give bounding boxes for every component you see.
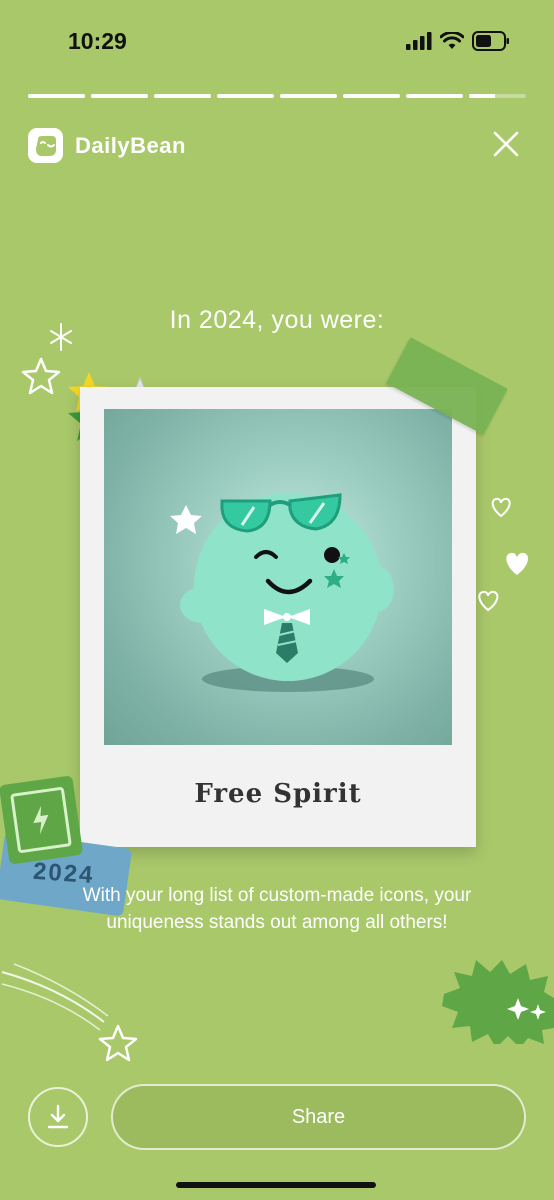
app-name: DailyBean xyxy=(75,132,186,158)
progress-segment xyxy=(154,94,211,98)
download-icon xyxy=(47,1104,69,1129)
progress-fill xyxy=(406,94,463,98)
progress-fill xyxy=(28,94,85,98)
progress-fill xyxy=(217,94,274,98)
lightning-icon xyxy=(33,805,49,835)
progress-fill xyxy=(154,94,211,98)
sparkle-burst-sticker xyxy=(442,960,554,1044)
app-brand: DailyBean xyxy=(28,128,186,163)
share-label: Share xyxy=(291,1105,346,1128)
progress-segment xyxy=(469,94,526,98)
status-icons xyxy=(406,30,510,52)
personality-description: With your long list of custom-made icons… xyxy=(82,885,472,933)
download-button[interactable] xyxy=(28,1087,88,1147)
progress-segment xyxy=(28,94,85,98)
progress-segment xyxy=(343,94,400,98)
shooting-star-icon xyxy=(1,963,138,1062)
character-illustration xyxy=(104,409,452,745)
progress-segment xyxy=(406,94,463,98)
outline-star-icon xyxy=(21,357,61,395)
lightning-sticker xyxy=(0,775,84,865)
progress-segment xyxy=(91,94,148,98)
story-progress xyxy=(28,94,526,98)
personality-title: Free Spirit xyxy=(194,779,362,809)
status-time: 10:29 xyxy=(68,28,127,54)
heart-icon xyxy=(506,552,529,575)
heart-icon xyxy=(478,590,499,612)
battery-icon xyxy=(472,31,509,51)
progress-fill xyxy=(280,94,337,98)
wifi-icon xyxy=(440,32,464,49)
sparkle-icon xyxy=(50,323,72,351)
share-button[interactable]: Share xyxy=(111,1084,526,1150)
cellular-signal-icon xyxy=(406,32,432,50)
result-card: Free Spirit xyxy=(80,387,476,847)
progress-fill xyxy=(343,94,400,98)
close-icon[interactable] xyxy=(492,130,520,158)
heart-icon xyxy=(491,497,511,518)
bean-logo-icon xyxy=(28,128,63,163)
progress-segment xyxy=(217,94,274,98)
progress-segment xyxy=(280,94,337,98)
home-indicator[interactable] xyxy=(176,1182,376,1188)
progress-fill xyxy=(469,94,495,98)
year-headline: In 2024, you were: xyxy=(169,306,385,334)
progress-fill xyxy=(91,94,148,98)
